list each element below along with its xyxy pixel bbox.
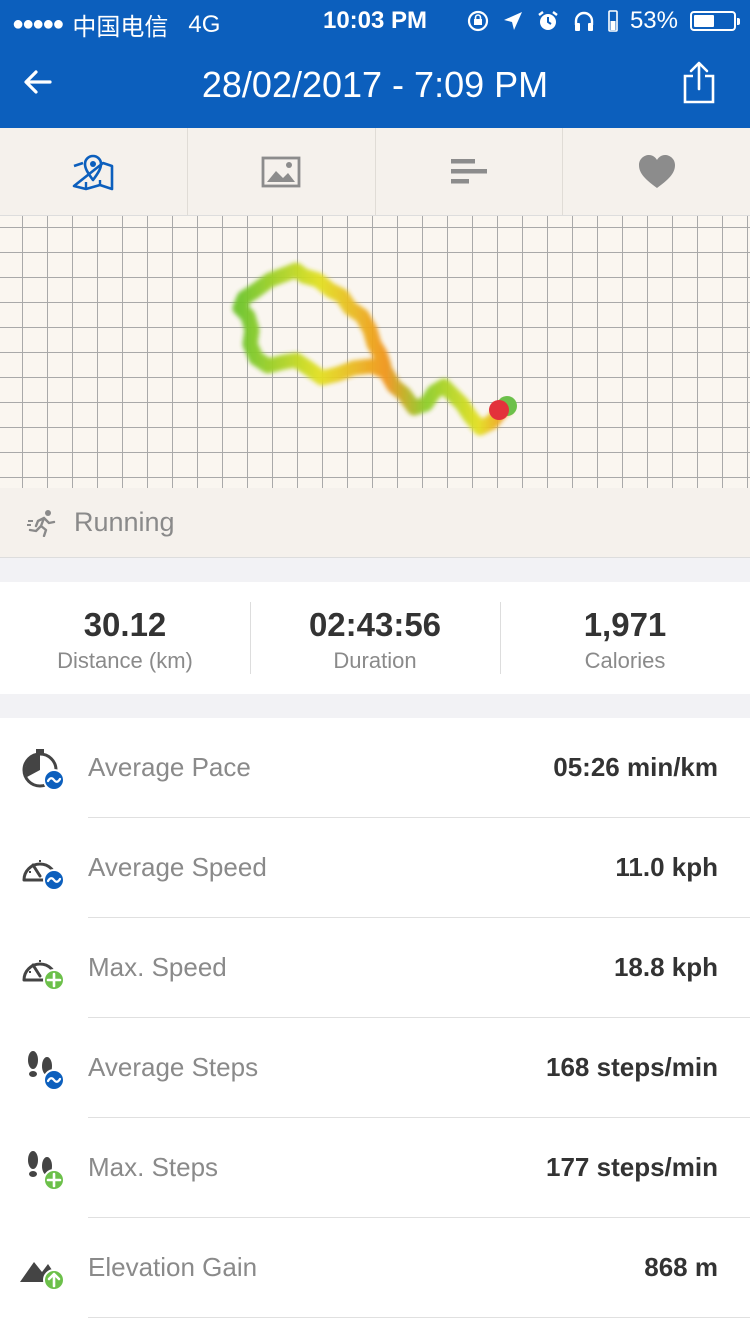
summary-panel: 30.12 Distance (km) 02:43:56 Duration 1,…	[0, 582, 750, 694]
activity-label: Running	[74, 507, 175, 537]
mountain-up-icon	[20, 1262, 65, 1291]
stat-label: Max. Speed	[88, 952, 227, 982]
activity-type: Running	[0, 488, 750, 558]
tab-splits[interactable]	[376, 128, 564, 215]
route-overlay	[232, 262, 517, 436]
duration-value: 02:43:56	[308, 606, 442, 643]
stat-row-average-speed: Average Speed 11.0 kph	[0, 818, 750, 918]
battery-percent: 53%	[629, 7, 678, 34]
splits-icon	[450, 158, 487, 183]
calories-value: 1,971	[583, 606, 667, 643]
headphones-icon	[574, 11, 594, 31]
running-icon	[27, 509, 56, 537]
stat-row-average-pace: Average Pace 05:26 min/km	[0, 718, 750, 818]
stats-list: Average Pace 05:26 min/km Average Speed …	[0, 718, 750, 1334]
footsteps-max-icon	[28, 1151, 65, 1191]
stopwatch-average-icon	[22, 749, 65, 791]
page-title: 28/02/2017 - 7:09 PM	[201, 64, 549, 105]
route-map[interactable]	[0, 216, 750, 488]
distance-value: 30.12	[83, 606, 167, 643]
divider	[88, 1317, 750, 1318]
route-path	[232, 262, 513, 436]
tab-map[interactable]	[0, 128, 188, 215]
photo-icon	[261, 156, 301, 187]
stat-row-elevation-gain: Elevation Gain 868 m	[0, 1218, 750, 1318]
map-icon	[73, 154, 114, 190]
stat-value: 868 m	[644, 1252, 718, 1282]
summary-duration: 02:43:56 Duration	[250, 582, 500, 694]
tab-bar	[0, 128, 750, 216]
heart-icon	[638, 154, 675, 188]
alarm-icon	[538, 11, 558, 30]
stat-row-max-steps: Max. Steps 177 steps/min	[0, 1118, 750, 1218]
stat-value: 11.0 kph	[615, 852, 718, 882]
speedometer-max-icon	[22, 960, 65, 991]
summary-calories: 1,971 Calories	[500, 582, 750, 694]
battery-icon	[690, 11, 740, 31]
share-icon[interactable]	[682, 60, 716, 104]
bluetooth-battery-icon	[608, 10, 618, 32]
stat-value: 177 steps/min	[546, 1152, 718, 1182]
calories-label: Calories	[584, 648, 666, 673]
stat-value: 168 steps/min	[546, 1052, 718, 1082]
stat-label: Average Speed	[88, 852, 267, 882]
stat-value: 18.8 kph	[613, 952, 718, 982]
location-arrow-icon	[503, 12, 522, 30]
stat-label: Average Steps	[88, 1052, 259, 1082]
stat-label: Elevation Gain	[88, 1252, 258, 1282]
footsteps-average-icon	[28, 1051, 65, 1091]
rotation-lock-icon	[467, 10, 489, 32]
stat-row-max-speed: Max. Speed 18.8 kph	[0, 918, 750, 1018]
summary-distance: 30.12 Distance (km)	[0, 582, 250, 694]
end-marker	[489, 400, 509, 420]
speedometer-average-icon	[22, 860, 65, 891]
stat-label: Max. Steps	[88, 1152, 219, 1182]
navigation-bar: 28/02/2017 - 7:09 PM	[0, 42, 750, 128]
tab-heart-rate[interactable]	[563, 128, 750, 215]
tab-photos[interactable]	[188, 128, 376, 215]
distance-label: Distance (km)	[57, 648, 193, 673]
stat-label: Average Pace	[88, 752, 251, 782]
stat-row-average-steps: Average Steps 168 steps/min	[0, 1018, 750, 1118]
battery-fill	[694, 15, 715, 27]
status-bar: ●●●●● 中国电信 4G 10:03 PM 53%	[0, 0, 750, 42]
stat-value: 05:26 min/km	[553, 752, 718, 782]
duration-label: Duration	[333, 648, 417, 673]
